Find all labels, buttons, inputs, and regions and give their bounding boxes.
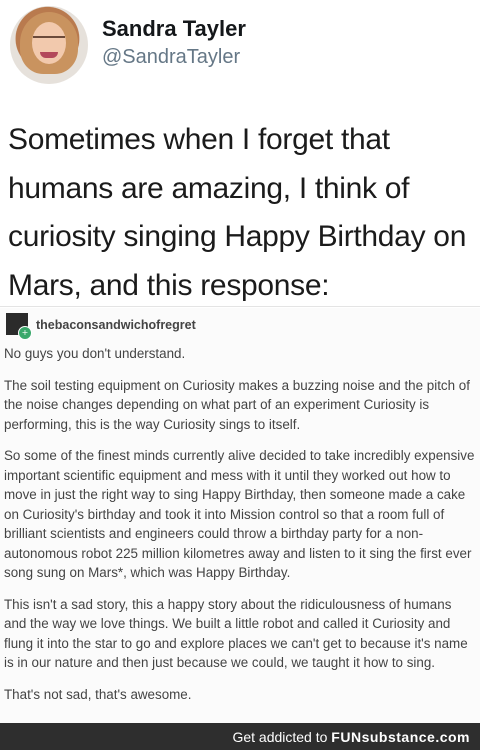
footer-brand: FUNsubstance.com: [331, 729, 470, 745]
post-paragraph: This isn't a sad story, this a happy sto…: [4, 596, 468, 671]
post-body: No guys you don't understand. The soil t…: [4, 344, 476, 716]
tweet-text: Sometimes when I forget that humans are …: [8, 123, 467, 302]
footer-bar: Get addicted to FUNsubstance.com: [0, 723, 480, 750]
tumblr-username[interactable]: thebaconsandwichofregret: [36, 318, 196, 332]
post-paragraph: The soil testing equipment on Curiosity …: [4, 377, 470, 432]
tumblr-avatar[interactable]: +: [6, 313, 32, 340]
post-paragraph: So some of the finest minds currently al…: [4, 448, 475, 580]
avatar[interactable]: [10, 6, 88, 84]
display-name[interactable]: Sandra Tayler: [102, 16, 246, 42]
footer-watermark[interactable]: Get addicted to FUNsubstance.com: [232, 729, 470, 745]
avatar-glasses: [33, 36, 65, 46]
tweet-header: Sandra Tayler @SandraTayler: [10, 6, 470, 92]
post-paragraph: That's not sad, that's awesome.: [4, 686, 192, 702]
divider: [0, 306, 480, 307]
post-paragraph: No guys you don't understand.: [4, 346, 186, 361]
user-handle[interactable]: @SandraTayler: [102, 46, 240, 69]
plus-icon[interactable]: +: [18, 326, 32, 340]
tumblr-post: + thebaconsandwichofregret No guys you d…: [0, 308, 480, 723]
footer-prefix: Get addicted to: [232, 729, 328, 745]
